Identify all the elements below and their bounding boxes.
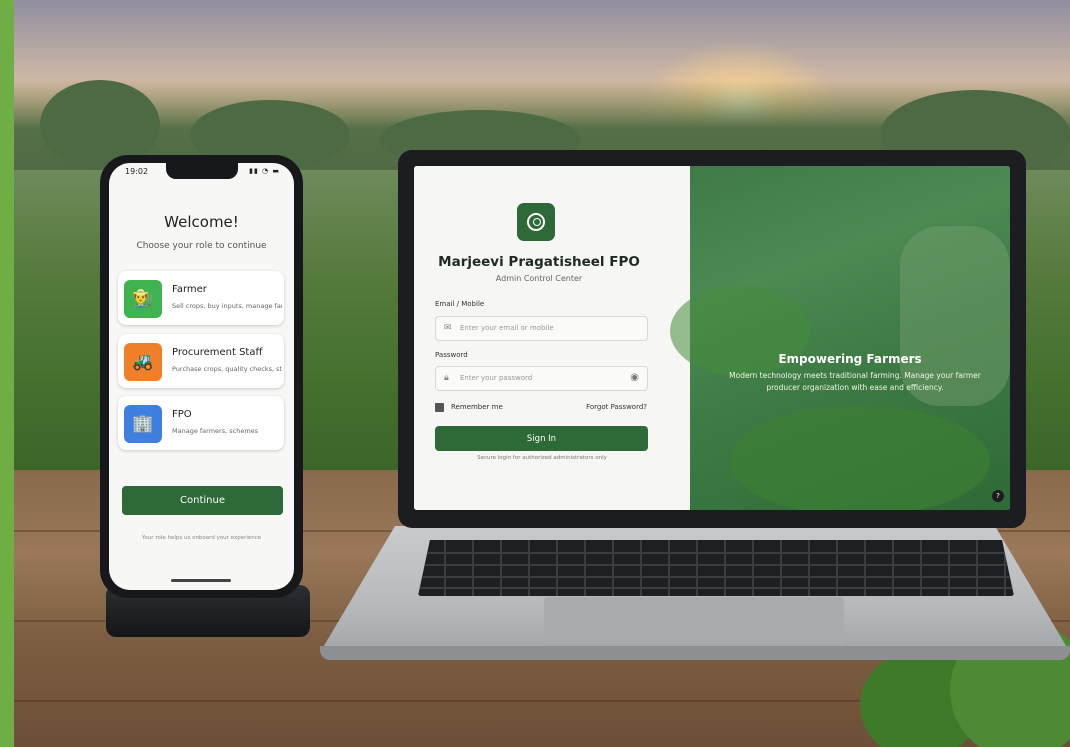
phone-notch bbox=[166, 163, 238, 179]
phone-device: 19:02 ▮▮ ◔ ▬ Welcome! Choose your role t… bbox=[100, 155, 303, 598]
left-accent-bar bbox=[0, 0, 14, 747]
organization-name: Marjeevi Pragatisheel FPO bbox=[438, 254, 640, 270]
role-title: FPO bbox=[172, 409, 192, 420]
eye-icon[interactable]: ◉ bbox=[630, 372, 639, 383]
lock-icon: 🔒︎ bbox=[444, 373, 449, 383]
role-footnote: Your role helps us onboard your experien… bbox=[141, 535, 262, 541]
admin-login-screen: Marjeevi Pragatisheel FPO Admin Control … bbox=[414, 166, 1010, 510]
welcome-title: Welcome! bbox=[164, 213, 239, 231]
building-icon: 🏢 bbox=[124, 405, 162, 443]
sign-in-button[interactable]: Sign In bbox=[435, 426, 648, 451]
role-card-farmer[interactable]: 👨‍🌾 Farmer Sell crops, buy inputs, manag… bbox=[118, 271, 284, 325]
role-description: Purchase crops, quality checks, stock bbox=[172, 365, 282, 373]
help-icon[interactable]: ? bbox=[992, 490, 1004, 502]
forgot-password-link[interactable]: Forgot Password? bbox=[586, 403, 647, 411]
hero-panel: Empowering Farmers Modern technology mee… bbox=[670, 166, 1010, 510]
password-label: Password bbox=[435, 351, 468, 359]
password-placeholder: Enter your password bbox=[460, 374, 533, 382]
hero-title: Empowering Farmers bbox=[778, 352, 922, 366]
hero-image-crops bbox=[730, 406, 990, 510]
home-indicator bbox=[171, 579, 231, 582]
welcome-subtitle: Choose your role to continue bbox=[136, 241, 267, 251]
user-logo-icon bbox=[517, 203, 555, 241]
remember-me-label: Remember me bbox=[451, 403, 503, 411]
email-placeholder: Enter your email or mobile bbox=[460, 324, 554, 332]
mail-icon: ✉ bbox=[444, 323, 452, 333]
password-field[interactable]: 🔒︎ Enter your password ◉ bbox=[435, 366, 648, 391]
tractor-icon: 🚜 bbox=[124, 343, 162, 381]
laptop-trackpad bbox=[544, 597, 844, 644]
laptop-display: Marjeevi Pragatisheel FPO Admin Control … bbox=[398, 150, 1026, 528]
role-card-fpo[interactable]: 🏢 FPO Manage farmers, schemes bbox=[118, 396, 284, 450]
role-title: Procurement Staff bbox=[172, 347, 263, 358]
role-title: Farmer bbox=[172, 284, 207, 295]
secure-login-note: Secure login for authorized administrato… bbox=[477, 455, 607, 461]
status-icons: ▮▮ ◔ ▬ bbox=[249, 167, 280, 175]
role-description: Manage farmers, schemes bbox=[172, 427, 259, 435]
laptop-keyboard bbox=[418, 540, 1014, 596]
status-time: 19:02 bbox=[125, 167, 149, 176]
hero-description: Modern technology meets traditional farm… bbox=[729, 371, 981, 392]
farmer-icon: 👨‍🌾 bbox=[124, 280, 162, 318]
email-label: Email / Mobile bbox=[435, 300, 485, 308]
role-selection-screen: 19:02 ▮▮ ◔ ▬ Welcome! Choose your role t… bbox=[109, 163, 294, 590]
email-field[interactable]: ✉ Enter your email or mobile bbox=[435, 316, 648, 341]
remember-me-checkbox[interactable] bbox=[435, 403, 444, 412]
continue-button[interactable]: Continue bbox=[122, 486, 283, 515]
role-description: Sell crops, buy inputs, manage farm bbox=[172, 302, 282, 310]
laptop-front-edge bbox=[320, 646, 1070, 660]
login-panel: Marjeevi Pragatisheel FPO Admin Control … bbox=[414, 166, 690, 510]
role-card-procurement-staff[interactable]: 🚜 Procurement Staff Purchase crops, qual… bbox=[118, 334, 284, 388]
organization-subtitle: Admin Control Center bbox=[495, 274, 583, 283]
